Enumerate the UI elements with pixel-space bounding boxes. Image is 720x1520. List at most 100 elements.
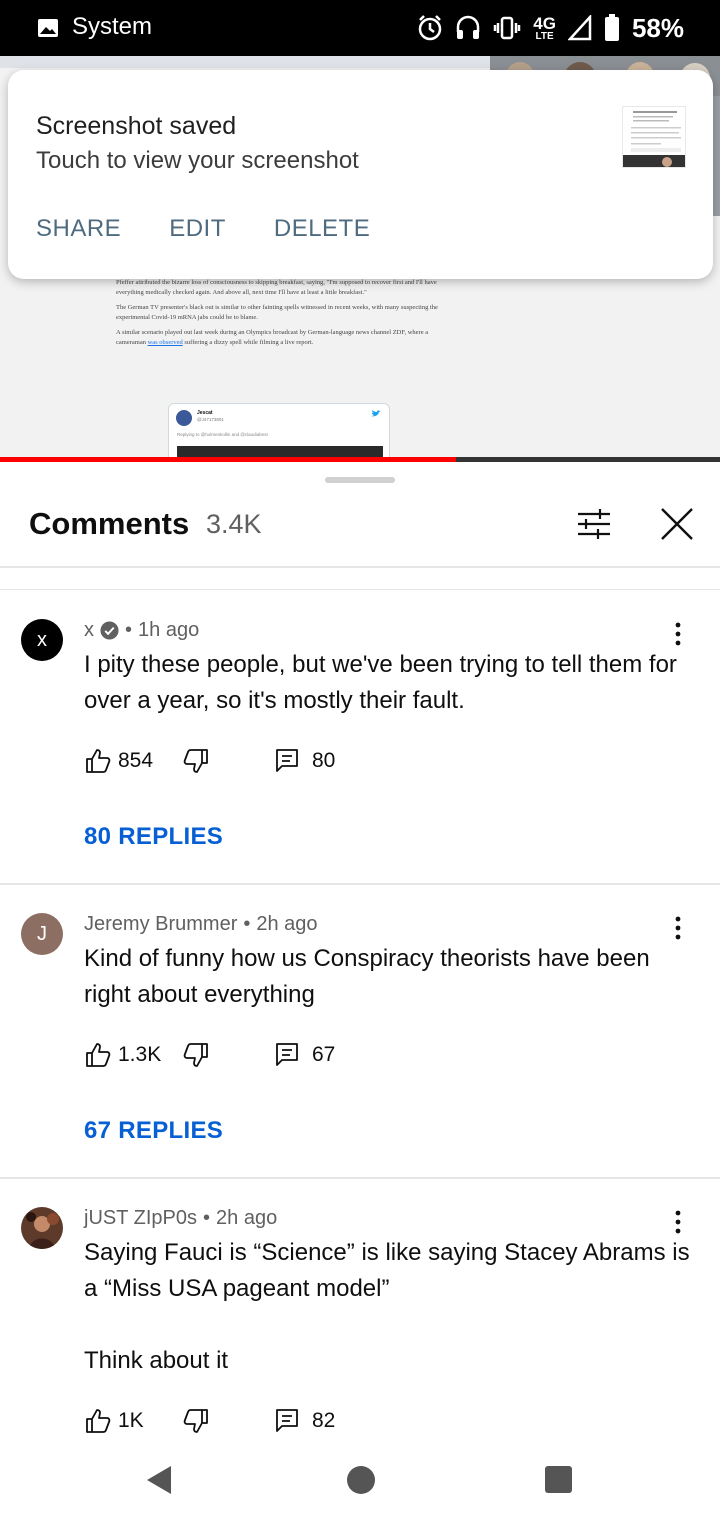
twitter-bird-icon (371, 410, 381, 417)
article-body: Pfeffer attributed the bizarre loss of c… (116, 278, 446, 353)
article-paragraph: A similar scenario played out last week … (116, 329, 429, 346)
article-paragraph: The German TV presenter's black out is s… (116, 304, 438, 321)
notification-title: Screenshot saved (36, 112, 237, 140)
more-options-icon[interactable] (668, 621, 688, 647)
dislike-button[interactable] (182, 1407, 274, 1435)
tweet-author: Jescat (197, 410, 213, 416)
comment-divider (0, 883, 720, 885)
alarm-icon (419, 15, 442, 41)
comments-title: Comments (29, 506, 190, 541)
like-count: 1.3K (118, 1043, 162, 1066)
tweet-handle: @J47173801 (197, 417, 224, 422)
close-icon[interactable] (659, 506, 695, 542)
article-paragraph: Pfeffer attributed the bizarre loss of c… (116, 279, 437, 296)
reply-button[interactable]: 82 (274, 1407, 335, 1435)
battery-icon (604, 14, 619, 41)
meta-separator: • (243, 913, 251, 935)
comment-icon (276, 749, 298, 772)
screenshot-notification[interactable]: Screenshot saved Touch to view your scre… (8, 70, 713, 279)
like-button[interactable]: 1K (84, 1407, 182, 1435)
comment-divider (0, 1177, 720, 1179)
comments-sheet: Comments 3.4K x x • 1h ago I pity these … (0, 462, 720, 1520)
navigation-bar (0, 1440, 720, 1520)
dislike-button[interactable] (182, 747, 274, 775)
notification-actions: SHARE EDIT DELETE (36, 215, 370, 243)
like-button[interactable]: 854 (84, 747, 182, 775)
comment-time[interactable]: 2h ago (216, 1207, 277, 1230)
comments-count: 3.4K (206, 509, 262, 539)
tweet-avatar (176, 410, 192, 426)
comment-text: I pity these people, but we've been tryi… (84, 651, 684, 714)
drag-handle[interactable] (325, 477, 395, 483)
recent-apps-icon[interactable] (545, 1466, 572, 1493)
thumbs-down-icon (183, 1043, 208, 1067)
thumbs-down-icon (183, 749, 208, 773)
comment-meta: Jeremy Brummer • 2h ago (84, 913, 318, 936)
reply-button[interactable]: 80 (274, 747, 335, 775)
share-button[interactable]: SHARE (36, 215, 121, 243)
headphones-icon (457, 15, 480, 39)
network-subtype: LTE (535, 30, 554, 42)
delete-button[interactable]: DELETE (274, 215, 370, 243)
more-options-icon[interactable] (668, 1209, 688, 1235)
status-app-label: System (72, 13, 153, 40)
embedded-tweet: Jescat @J47173801 Replying to @holmenkol… (168, 403, 390, 462)
comment-text: Kind of funny how us Conspiracy theorist… (84, 945, 657, 1008)
screenshot-thumbnail[interactable] (622, 106, 686, 168)
thumbs-up-icon (86, 749, 111, 773)
back-icon[interactable] (145, 1464, 173, 1496)
avatar-photo (21, 1207, 63, 1249)
meta-separator: • (125, 619, 133, 641)
reply-count: 80 (312, 749, 336, 772)
comment-time[interactable]: 1h ago (138, 619, 199, 642)
comment-author[interactable]: Jeremy Brummer (84, 913, 237, 936)
network-type: 4G (533, 13, 556, 33)
reply-count: 67 (312, 1043, 336, 1066)
like-button[interactable]: 1.3K (84, 1041, 182, 1069)
screenshot-preview-image (623, 107, 685, 167)
more-options-icon[interactable] (668, 915, 688, 941)
comment-meta: x • 1h ago (84, 619, 199, 642)
like-count: 854 (118, 749, 154, 772)
comment-meta: jUST ZIpP0s • 2h ago (84, 1207, 277, 1230)
avatar[interactable]: J (21, 913, 63, 955)
avatar[interactable]: x (21, 619, 63, 661)
tweet-reply-to: Replying to @holmenkollin and @claudiabe… (177, 432, 268, 437)
comment-actions: 1.3K 67 (84, 1040, 335, 1070)
article-link[interactable]: was observed (148, 339, 183, 346)
comment-time[interactable]: 2h ago (256, 913, 317, 936)
signal-icon (567, 15, 592, 41)
section-divider (0, 589, 720, 590)
reply-button[interactable]: 67 (274, 1041, 335, 1069)
comment-author[interactable]: x (84, 619, 94, 642)
view-replies-button[interactable]: 80 REPLIES (84, 823, 223, 851)
battery-percent: 58% (631, 12, 684, 43)
view-replies-button[interactable]: 67 REPLIES (84, 1117, 223, 1145)
thumbs-up-icon (86, 1043, 111, 1067)
comment-icon (276, 1409, 298, 1432)
reply-count: 82 (312, 1409, 336, 1432)
thumbs-up-icon (86, 1409, 111, 1433)
video-side-strip (712, 96, 720, 216)
header-divider (0, 566, 720, 568)
comment-icon (276, 1043, 298, 1066)
image-icon (38, 19, 58, 37)
comment-actions: 1K 82 (84, 1406, 335, 1436)
comment-actions: 854 80 (84, 746, 335, 776)
edit-button[interactable]: EDIT (169, 215, 226, 243)
home-icon[interactable] (347, 1466, 375, 1494)
thumbs-down-icon (183, 1409, 208, 1433)
like-count: 1K (118, 1409, 144, 1432)
dislike-button[interactable] (182, 1041, 274, 1069)
meta-separator: • (203, 1207, 211, 1229)
notification-subtitle: Touch to view your screenshot (36, 147, 359, 174)
network-indicator: 4G LTE (533, 15, 556, 42)
verified-badge-icon (100, 621, 119, 640)
comment-author[interactable]: jUST ZIpP0s (84, 1207, 197, 1230)
sort-filter-icon[interactable] (576, 506, 612, 542)
vibrate-icon (494, 16, 521, 40)
avatar[interactable] (21, 1207, 63, 1249)
comment-text: Saying Fauci is “Science” is like saying… (84, 1239, 690, 1374)
status-bar: System 4G LTE 58% (0, 0, 720, 56)
status-icons: 4G LTE 58% (417, 12, 684, 44)
